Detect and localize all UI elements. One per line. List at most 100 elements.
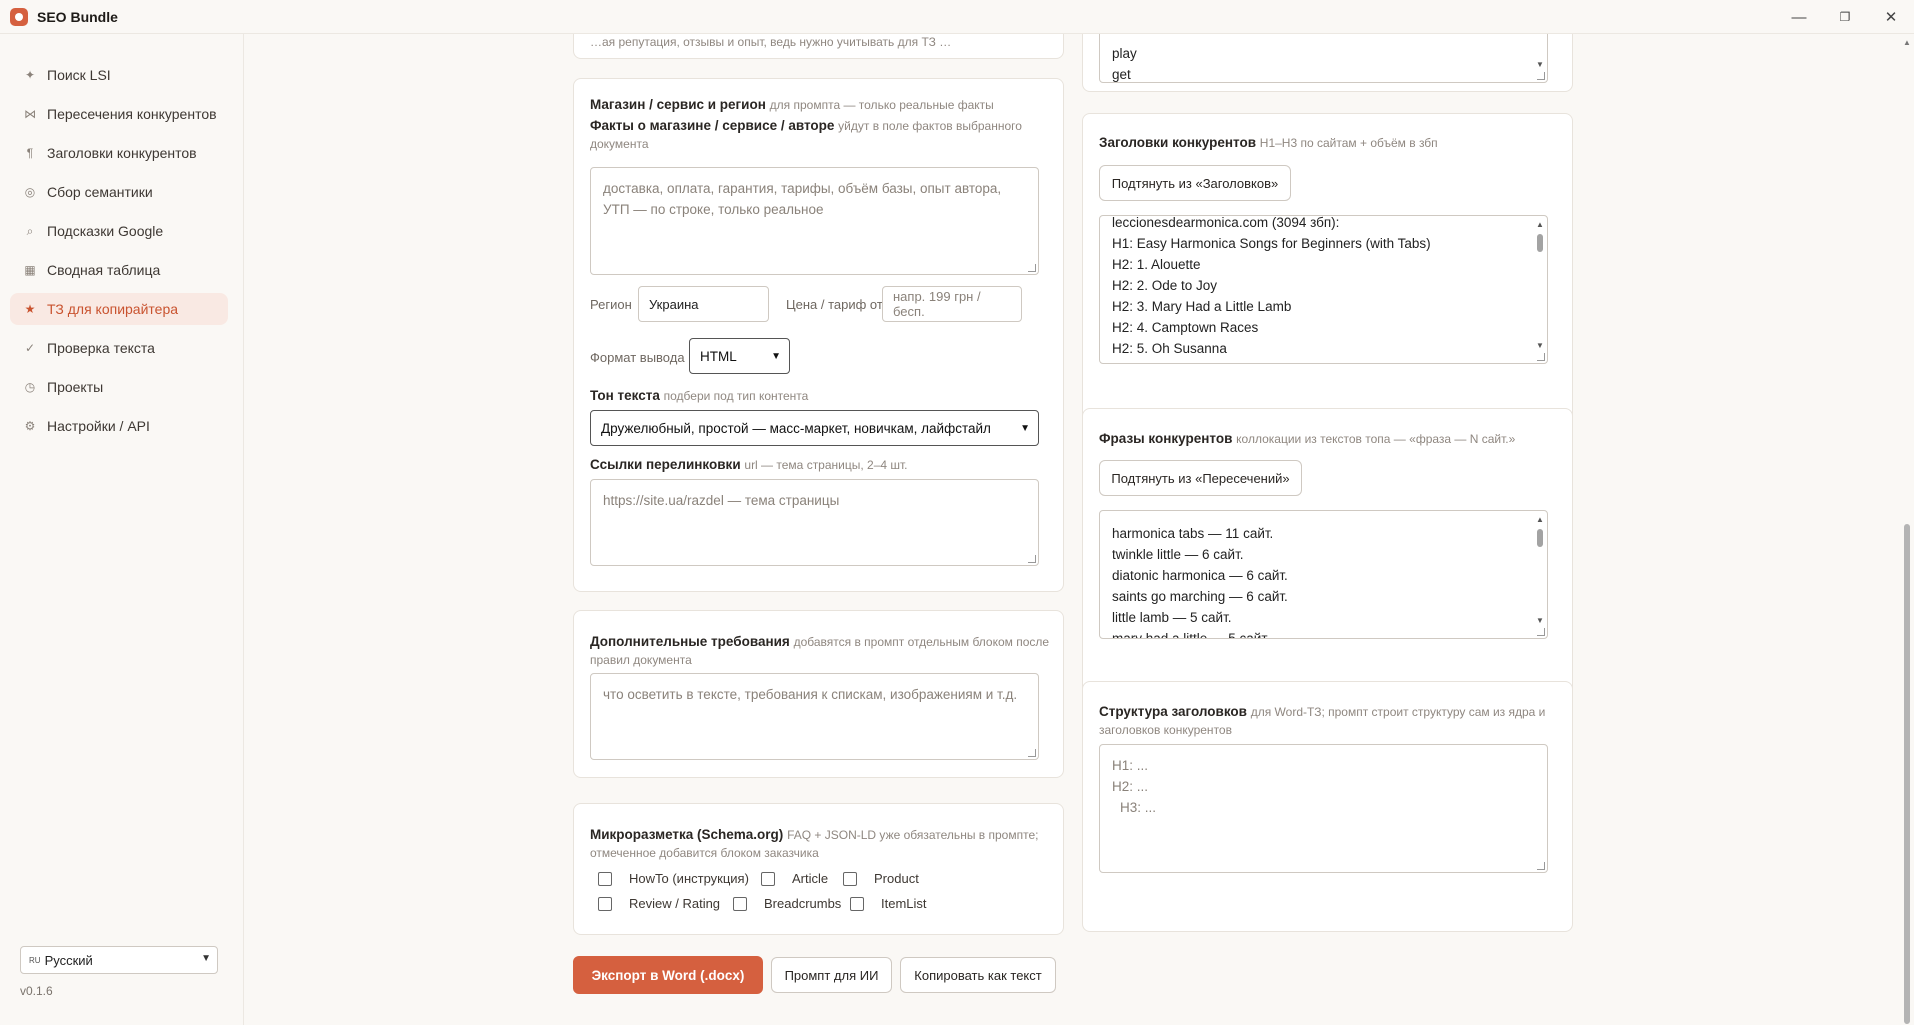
structure-label-text: Структура заголовков	[1099, 704, 1247, 719]
maximize-button[interactable]: ❐	[1822, 0, 1868, 34]
resize-handle[interactable]	[1537, 862, 1545, 870]
clock-icon: ◷	[24, 380, 36, 394]
sidebar-item-semantics[interactable]: ◎ Сбор семантики	[10, 176, 228, 208]
scroll-up-icon[interactable]: ▲	[1535, 515, 1545, 525]
checkbox[interactable]	[598, 896, 612, 911]
headings-card: Заголовки конкурентов H1–H3 по сайтам + …	[1082, 113, 1573, 422]
pull-headings-button[interactable]: Подтянуть из «Заголовков»	[1099, 165, 1291, 201]
resize-handle[interactable]	[1028, 264, 1036, 272]
structure-textarea[interactable]: H1: ... H2: ... H3: ...	[1099, 744, 1548, 873]
phrases-textarea[interactable]: harmonica tabs — 11 сайт. twinkle little…	[1099, 510, 1548, 639]
resize-handle[interactable]	[1537, 353, 1545, 361]
chevron-down-icon: ▼	[201, 953, 211, 964]
minimize-button[interactable]: —	[1776, 0, 1822, 34]
language-select[interactable]: RU Русский ▼	[20, 946, 218, 974]
scroll-up-icon[interactable]: ▲	[1535, 220, 1545, 230]
checkbox[interactable]	[843, 871, 857, 886]
pull-phrases-button[interactable]: Подтянуть из «Пересечений»	[1099, 460, 1302, 496]
sparkle-icon: ✦	[24, 68, 36, 82]
phrases-line: mary had a little — 5 сайт.	[1112, 631, 1270, 639]
tone-value: Дружелюбный, простой — масс-маркет, нови…	[601, 420, 991, 436]
structure-placeholder-line: H1: ...	[1112, 758, 1149, 773]
format-select[interactable]: HTML ▼	[689, 338, 790, 374]
resize-handle[interactable]	[1537, 72, 1545, 80]
sidebar-item-text-check[interactable]: ✓ Проверка текста	[10, 332, 228, 364]
links-textarea[interactable]: https://site.ua/razdel — тема страницы	[590, 479, 1039, 566]
schema-option-itemlist[interactable]: ItemList	[850, 896, 927, 911]
sidebar-item-projects[interactable]: ◷ Проекты	[10, 371, 228, 403]
option-label: Article	[792, 871, 829, 886]
headings-line: H2: 5. Oh Susanna	[1112, 341, 1227, 356]
sidebar-item-summary-table[interactable]: ▦ Сводная таблица	[10, 254, 228, 286]
sidebar-item-settings[interactable]: ⚙ Настройки / API	[10, 410, 228, 442]
scroll-down-icon[interactable]: ▼	[1535, 616, 1545, 626]
headings-label-text: Заголовки конкурентов	[1099, 135, 1257, 150]
headings-label: Заголовки конкурентов H1–H3 по сайтам + …	[1099, 134, 1438, 152]
checkbox[interactable]	[850, 896, 864, 911]
sidebar-item-lsi[interactable]: ✦ Поиск LSI	[10, 59, 228, 91]
language-label: Русский	[44, 952, 93, 968]
scroll-thumb[interactable]	[1537, 529, 1543, 547]
structure-placeholder-line: H2: ...	[1112, 779, 1149, 794]
schema-label-text: Микроразметка (Schema.org)	[590, 827, 784, 842]
resize-handle[interactable]	[1028, 749, 1036, 757]
main-content: …ая репутация, отзывы и опыт, ведь нужно…	[245, 34, 1914, 1025]
export-word-button[interactable]: Экспорт в Word (.docx)	[573, 956, 763, 994]
target-icon: ◎	[24, 185, 36, 199]
scroll-up-icon[interactable]: ▲	[1902, 38, 1912, 47]
copy-text-button[interactable]: Копировать как текст	[900, 957, 1056, 993]
scrollbar[interactable]: ▲ ▼	[1535, 513, 1545, 626]
schema-option-breadcrumbs[interactable]: Breadcrumbs	[733, 896, 841, 911]
option-label: ItemList	[881, 896, 927, 911]
scroll-down-icon[interactable]: ▼	[1535, 60, 1545, 70]
schema-option-review[interactable]: Review / Rating	[598, 896, 720, 911]
sidebar-item-headings[interactable]: ¶ Заголовки конкурентов	[10, 137, 228, 169]
price-input[interactable]: напр. 199 грн / бесп.	[882, 286, 1022, 322]
page-scroll-thumb[interactable]	[1904, 524, 1910, 1024]
facts-textarea[interactable]: доставка, оплата, гарантия, тарифы, объё…	[590, 167, 1039, 275]
sidebar-item-google-suggest[interactable]: ⌕ Подсказки Google	[10, 215, 228, 247]
check-icon: ✓	[24, 341, 36, 355]
top-right-card: play get ▼	[1082, 34, 1573, 92]
top-right-textarea[interactable]: play get ▼	[1099, 34, 1548, 83]
scrollbar[interactable]: ▼	[1535, 34, 1545, 70]
ai-prompt-button[interactable]: Промпт для ИИ	[771, 957, 892, 993]
structure-card: Структура заголовков для Word-ТЗ; промпт…	[1082, 681, 1573, 932]
extra-requirements-card: Дополнительные требования добавятся в пр…	[573, 610, 1064, 778]
extra-label: Дополнительные требования добавятся в пр…	[590, 633, 1050, 669]
page-scrollbar[interactable]: ▲	[1900, 34, 1914, 1025]
region-input[interactable]: Украина	[638, 286, 769, 322]
schema-option-product[interactable]: Product	[843, 871, 919, 886]
tone-select[interactable]: Дружелюбный, простой — масс-маркет, нови…	[590, 410, 1039, 446]
sidebar-item-copywriter-brief[interactable]: ★ ТЗ для копирайтера	[10, 293, 228, 325]
schema-option-howto[interactable]: HowTo (инструкция)	[598, 871, 749, 886]
sidebar-item-label: Проекты	[47, 379, 104, 395]
sidebar-item-label: Подсказки Google	[47, 223, 164, 239]
shop-card: Магазин / сервис и регион для промпта — …	[573, 78, 1064, 486]
intersection-icon: ⋈	[24, 107, 36, 121]
scroll-down-icon[interactable]: ▼	[1535, 341, 1545, 351]
app-title: SEO Bundle	[37, 8, 118, 25]
checkbox[interactable]	[761, 871, 775, 886]
checkbox[interactable]	[733, 896, 747, 911]
scrollbar[interactable]: ▲ ▼	[1535, 218, 1545, 351]
phrases-line: saints go marching — 6 сайт.	[1112, 589, 1288, 604]
extra-hint-2: правил документа	[590, 653, 692, 667]
scroll-thumb[interactable]	[1537, 234, 1543, 252]
sidebar-item-label: Сводная таблица	[47, 262, 161, 278]
schema-card: Микроразметка (Schema.org) FAQ + JSON-LD…	[573, 803, 1064, 935]
structure-hint: для Word-ТЗ; промпт строит структуру сам…	[1250, 705, 1546, 719]
headings-textarea[interactable]: leccionesdearmonica.com (3094 збп): H1: …	[1099, 215, 1548, 364]
sidebar-item-label: Заголовки конкурентов	[47, 145, 197, 161]
resize-handle[interactable]	[1028, 555, 1036, 563]
resize-handle[interactable]	[1537, 628, 1545, 636]
top-right-line: get	[1112, 67, 1131, 82]
flag-icon: RU	[29, 955, 41, 965]
close-button[interactable]: ✕	[1868, 0, 1914, 34]
sidebar-item-intersections[interactable]: ⋈ Пересечения конкурентов	[10, 98, 228, 130]
phrases-line: diatonic harmonica — 6 сайт.	[1112, 568, 1288, 583]
extra-placeholder: что осветить в тексте, требования к спис…	[603, 687, 1018, 702]
schema-option-article[interactable]: Article	[761, 871, 828, 886]
extra-textarea[interactable]: что осветить в тексте, требования к спис…	[590, 673, 1039, 760]
checkbox[interactable]	[598, 871, 612, 886]
